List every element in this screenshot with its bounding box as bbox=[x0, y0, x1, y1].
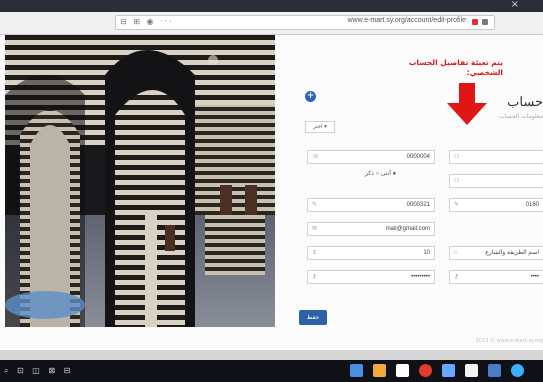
form-subtitle: معلومات الحساب bbox=[499, 113, 543, 120]
field-value: اسم الطريقة والشارع bbox=[485, 250, 539, 256]
browser-icon[interactable] bbox=[511, 364, 524, 377]
arrow-down-icon bbox=[447, 83, 487, 125]
field-value: 10 bbox=[423, 250, 430, 256]
stepper-icon: ⇕ bbox=[312, 250, 318, 256]
folder-icon[interactable] bbox=[373, 364, 386, 377]
browser-title-bar: × bbox=[0, 0, 543, 12]
id-number-field[interactable]: ✎ 0000321 bbox=[307, 198, 435, 212]
opera-icon[interactable] bbox=[419, 364, 432, 377]
pencil-icon: ✎ bbox=[312, 202, 318, 208]
address-bar: ⊟ ⊞ ◉ ··· www.e-mart.sy.org/account/edit… bbox=[0, 12, 543, 35]
confirm-password-field[interactable]: ⚷ •••• bbox=[449, 270, 543, 284]
select-dropdown[interactable]: اختر ▾ bbox=[305, 121, 335, 133]
mail-app-icon[interactable] bbox=[442, 364, 455, 377]
page-content: يتم تعبئة تفاصيل الحساب الشخصي: حساب معل… bbox=[0, 35, 543, 350]
files-icon[interactable] bbox=[350, 364, 363, 377]
close-icon[interactable]: × bbox=[511, 0, 519, 10]
pencil-icon: ✎ bbox=[454, 202, 460, 208]
code-field[interactable]: ✎ 0160 bbox=[449, 198, 543, 212]
url-field[interactable]: ⊟ ⊞ ◉ ··· www.e-mart.sy.org/account/edit… bbox=[115, 15, 495, 30]
radio-female-icon[interactable]: ● bbox=[393, 171, 397, 177]
location-icon: ⌂ bbox=[454, 250, 458, 256]
toolbar-icons[interactable]: ⊟ ⊞ ◉ ··· bbox=[120, 17, 174, 26]
hero-image bbox=[5, 35, 275, 327]
field-value: 0000004 bbox=[406, 154, 430, 160]
gender-radio-group[interactable]: ● أنثى ○ ذكر bbox=[365, 170, 396, 177]
form-title: حساب bbox=[507, 95, 543, 110]
phone-icon: ☏ bbox=[312, 154, 320, 160]
number-field[interactable]: ☏ 0000004 bbox=[307, 150, 435, 164]
radio-female-label: أنثى bbox=[380, 171, 391, 177]
user-icon: ⚇ bbox=[454, 154, 460, 160]
radio-male-label: ذكر bbox=[365, 171, 374, 177]
address-field[interactable]: ⌂ اسم الطريقة والشارع bbox=[449, 246, 543, 260]
field-value: 0000321 bbox=[406, 202, 430, 208]
mail-icon: ✉ bbox=[312, 226, 318, 232]
email-field[interactable]: ✉ mail@gmail.com bbox=[307, 222, 435, 236]
taskbar: ⌕ ⊡ ◫ ⊠ ⊟ bbox=[0, 360, 543, 382]
store-icon[interactable] bbox=[465, 364, 478, 377]
lock-icon[interactable] bbox=[472, 19, 478, 25]
field-value: ••••••••• bbox=[411, 274, 430, 280]
number-stepper[interactable]: ⇕ 10 bbox=[307, 246, 435, 260]
annotation-line-1: يتم تعبئة تفاصيل الحساب bbox=[408, 58, 503, 67]
password-field[interactable]: ⚷ ••••••••• bbox=[307, 270, 435, 284]
name-field[interactable]: ⚇ bbox=[449, 150, 543, 164]
user-icon: ⚇ bbox=[454, 178, 460, 184]
arcade-photo bbox=[5, 35, 275, 327]
url-text: www.e-mart.sy.org/account/edit-profile bbox=[347, 17, 466, 24]
save-button[interactable]: حفظ bbox=[299, 310, 327, 325]
settings-icon[interactable] bbox=[482, 19, 488, 25]
surname-field[interactable]: ⚇ bbox=[449, 174, 543, 188]
key-icon: ⚷ bbox=[312, 274, 317, 280]
field-value: 0160 bbox=[525, 202, 539, 208]
key-icon: ⚷ bbox=[454, 274, 459, 280]
system-tray-icons[interactable]: ⌕ ⊡ ◫ ⊠ ⊟ bbox=[4, 366, 73, 376]
word-icon[interactable] bbox=[488, 364, 501, 377]
footer-text: 2023 © www.e-mart.sy.org bbox=[475, 338, 543, 344]
add-button[interactable]: + bbox=[305, 91, 316, 102]
document-icon[interactable] bbox=[396, 364, 409, 377]
radio-male-icon[interactable]: ○ bbox=[376, 171, 380, 177]
field-value: •••• bbox=[530, 274, 539, 280]
annotation-text: يتم تعبئة تفاصيل الحساب الشخصي: bbox=[403, 58, 503, 78]
annotation-line-2: الشخصي: bbox=[466, 68, 503, 77]
window-edge bbox=[0, 350, 543, 360]
field-value: mail@gmail.com bbox=[385, 226, 430, 232]
